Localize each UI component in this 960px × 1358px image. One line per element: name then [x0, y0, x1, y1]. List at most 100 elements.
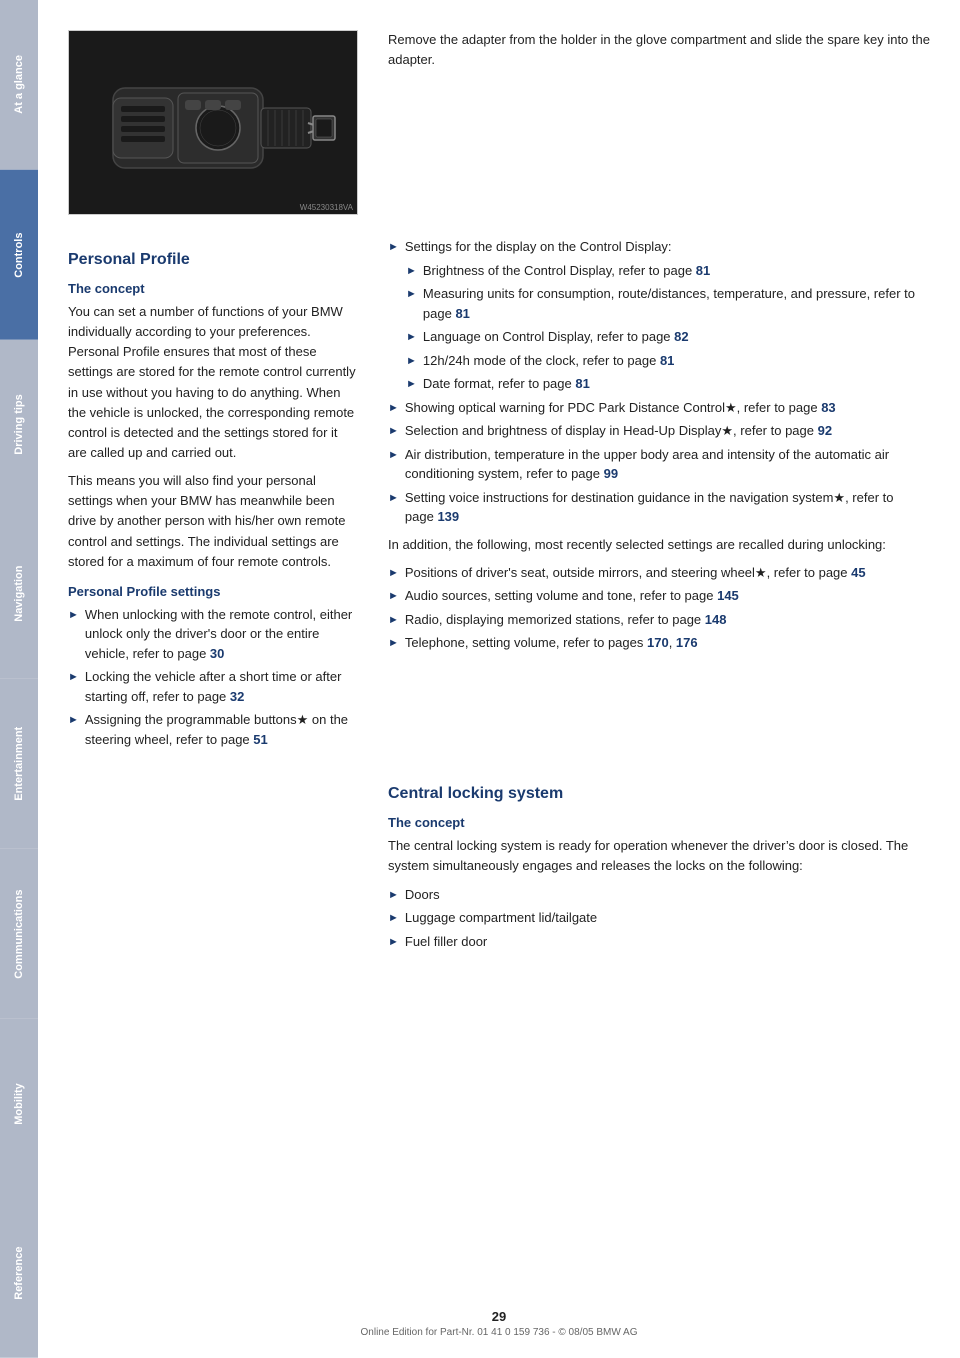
- central-locking-concept-title: The concept: [388, 815, 930, 830]
- bullet-text: Assigning the programmable buttons★ on t…: [85, 710, 358, 749]
- list-item: ► Luggage compartment lid/tailgate: [388, 908, 930, 928]
- sidebar-tab-reference[interactable]: Reference: [0, 1188, 38, 1358]
- list-item: ► Assigning the programmable buttons★ on…: [68, 710, 358, 749]
- bullet-arrow-icon: ►: [388, 612, 399, 629]
- page-link[interactable]: 81: [575, 376, 589, 391]
- page-link[interactable]: 82: [674, 329, 688, 344]
- top-section: W45230318VA Remove the adapter from the …: [68, 30, 930, 215]
- page-link[interactable]: 99: [604, 466, 618, 481]
- page-link[interactable]: 81: [660, 353, 674, 368]
- page-link[interactable]: 51: [253, 732, 267, 747]
- list-item: ► Air distribution, temperature in the u…: [388, 445, 930, 484]
- bullet-text: Locking the vehicle after a short time o…: [85, 667, 358, 706]
- bullet-text: Positions of driver's seat, outside mirr…: [405, 563, 866, 583]
- page-link[interactable]: 83: [821, 400, 835, 415]
- page-number: 29: [492, 1309, 506, 1324]
- page-link[interactable]: 81: [696, 263, 710, 278]
- car-image-svg: [83, 48, 343, 198]
- list-item: ► When unlocking with the remote control…: [68, 605, 358, 664]
- list-item: ► Date format, refer to page 81: [406, 374, 930, 394]
- bullet-text: 12h/24h mode of the clock, refer to page…: [423, 351, 675, 371]
- bullet-arrow-icon: ►: [388, 447, 399, 464]
- sidebar-tab-controls[interactable]: Controls: [0, 170, 38, 340]
- right-column: ► Settings for the display on the Contro…: [388, 233, 930, 757]
- list-item: ► Positions of driver's seat, outside mi…: [388, 563, 930, 583]
- sidebar-tab-driving-tips[interactable]: Driving tips: [0, 340, 38, 510]
- list-item: ► Showing optical warning for PDC Park D…: [388, 398, 930, 418]
- bullet-text: Language on Control Display, refer to pa…: [423, 327, 689, 347]
- remove-text-container: Remove the adapter from the holder in th…: [388, 30, 930, 215]
- page-link[interactable]: 32: [230, 689, 244, 704]
- list-item: ► Language on Control Display, refer to …: [406, 327, 930, 347]
- bullet-text: Radio, displaying memorized stations, re…: [405, 610, 727, 630]
- bullet-arrow-icon: ►: [68, 669, 79, 686]
- left-column: Personal Profile The concept You can set…: [68, 233, 358, 757]
- bullet-arrow-icon: ►: [406, 376, 417, 393]
- bullet-text: Settings for the display on the Control …: [405, 237, 672, 257]
- footer-text: Online Edition for Part-Nr. 01 41 0 159 …: [361, 1327, 638, 1338]
- list-item: ► Measuring units for consumption, route…: [406, 284, 930, 323]
- addition-text: In addition, the following, most recentl…: [388, 535, 930, 555]
- car-image-inner: [69, 31, 357, 214]
- concept-text2: This means you will also find your perso…: [68, 471, 358, 572]
- bullet-text: Setting voice instructions for destinati…: [405, 488, 930, 527]
- page-link[interactable]: 148: [705, 612, 727, 627]
- page-link[interactable]: 81: [455, 306, 469, 321]
- bullet-text: Luggage compartment lid/tailgate: [405, 908, 597, 928]
- list-item: ► Doors: [388, 885, 930, 905]
- main-content: W45230318VA Remove the adapter from the …: [38, 0, 960, 1358]
- page-wrapper: At a glance Controls Driving tips Naviga…: [0, 0, 960, 1358]
- page-link[interactable]: 145: [717, 588, 739, 603]
- list-item: ► Brightness of the Control Display, ref…: [406, 261, 930, 281]
- list-item: ► Selection and brightness of display in…: [388, 421, 930, 441]
- page-link[interactable]: 92: [818, 423, 832, 438]
- two-col-layout: Personal Profile The concept You can set…: [68, 233, 930, 757]
- car-image-box: W45230318VA: [68, 30, 358, 215]
- central-locking-right: Central locking system The concept The c…: [388, 767, 930, 959]
- concept-title: The concept: [68, 281, 358, 296]
- bullet-arrow-icon: ►: [388, 635, 399, 652]
- bullet-arrow-icon: ►: [388, 490, 399, 507]
- bullet-text: Fuel filler door: [405, 932, 487, 952]
- central-locking-section: Central locking system The concept The c…: [68, 767, 930, 959]
- page-link[interactable]: 139: [437, 509, 459, 524]
- bullet-text: Air distribution, temperature in the upp…: [405, 445, 930, 484]
- bullet-text: Telephone, setting volume, refer to page…: [405, 633, 698, 653]
- sidebar-tab-mobility[interactable]: Mobility: [0, 1019, 38, 1189]
- bullet-arrow-icon: ►: [388, 400, 399, 417]
- bullet-arrow-icon: ►: [388, 887, 399, 904]
- sidebar-tab-entertainment[interactable]: Entertainment: [0, 679, 38, 849]
- sidebar-tab-communications[interactable]: Communications: [0, 849, 38, 1019]
- bullet-arrow-icon: ►: [406, 263, 417, 280]
- settings-title: Personal Profile settings: [68, 584, 358, 599]
- sidebar-tab-navigation[interactable]: Navigation: [0, 509, 38, 679]
- bullet-text: Showing optical warning for PDC Park Dis…: [405, 398, 836, 418]
- bullet-text: When unlocking with the remote control, …: [85, 605, 358, 664]
- image-label: W45230318VA: [300, 203, 353, 212]
- list-item: ► Locking the vehicle after a short time…: [68, 667, 358, 706]
- sidebar-tab-at-a-glance[interactable]: At a glance: [0, 0, 38, 170]
- personal-profile-title: Personal Profile: [68, 251, 358, 269]
- bullet-arrow-icon: ►: [68, 607, 79, 624]
- settings-bullets-right: ► Settings for the display on the Contro…: [388, 237, 930, 527]
- list-item: ► Radio, displaying memorized stations, …: [388, 610, 930, 630]
- bullet-text: Selection and brightness of display in H…: [405, 421, 832, 441]
- remove-text: Remove the adapter from the holder in th…: [388, 30, 930, 70]
- sidebar: At a glance Controls Driving tips Naviga…: [0, 0, 38, 1358]
- page-footer: 29 Online Edition for Part-Nr. 01 41 0 1…: [38, 1309, 960, 1338]
- addition-bullets: ► Positions of driver's seat, outside mi…: [388, 563, 930, 653]
- bullet-arrow-icon: ►: [406, 329, 417, 346]
- central-locking-concept-text: The central locking system is ready for …: [388, 836, 930, 876]
- page-link[interactable]: 30: [210, 646, 224, 661]
- bullet-arrow-icon: ►: [388, 588, 399, 605]
- page-link[interactable]: 170: [647, 635, 669, 650]
- central-locking-bullets: ► Doors ► Luggage compartment lid/tailga…: [388, 885, 930, 952]
- list-item: ► Settings for the display on the Contro…: [388, 237, 930, 257]
- page-link[interactable]: 176: [676, 635, 698, 650]
- bullet-arrow-icon: ►: [388, 565, 399, 582]
- page-link[interactable]: 45: [851, 565, 865, 580]
- bullet-arrow-icon: ►: [406, 353, 417, 370]
- list-item: ► Telephone, setting volume, refer to pa…: [388, 633, 930, 653]
- bullet-arrow-icon: ►: [68, 712, 79, 729]
- bullet-arrow-icon: ►: [406, 286, 417, 303]
